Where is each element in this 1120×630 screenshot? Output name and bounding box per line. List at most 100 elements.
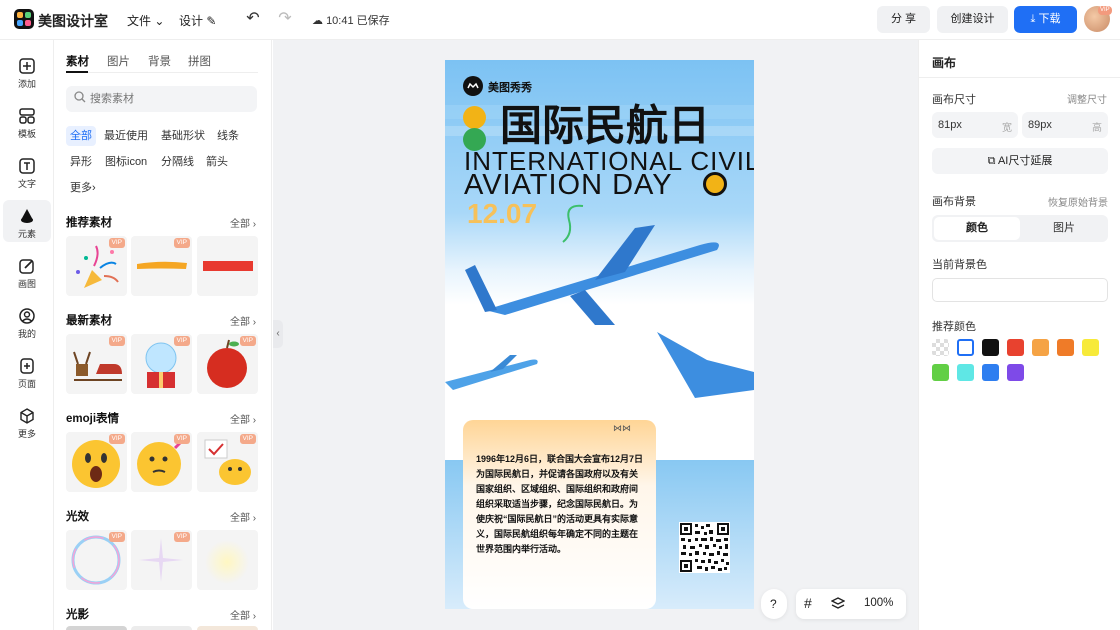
active-tab-indicator bbox=[66, 71, 88, 73]
asset-thumb-party-popper[interactable]: VIP bbox=[66, 236, 127, 296]
recommend-colors-label: 推荐颜色 bbox=[932, 321, 976, 333]
panel-tabs: 素材 图片 背景 拼图 bbox=[66, 53, 258, 73]
tab-collage[interactable]: 拼图 bbox=[188, 53, 211, 69]
help-button[interactable]: ? bbox=[761, 589, 787, 619]
rail-item-page[interactable]: 页面 bbox=[3, 350, 51, 392]
asset-thumb-emoji-chick[interactable]: VIP bbox=[197, 432, 258, 492]
section-all-label: 全部 bbox=[230, 219, 250, 230]
asset-thumb-sleigh[interactable]: VIP bbox=[66, 334, 127, 394]
poster-canvas[interactable]: 美图秀秀 国际民航日 INTERNATIONAL CIVIL AVIATION … bbox=[445, 60, 754, 609]
app-name[interactable]: 美图设计室 bbox=[38, 11, 108, 31]
color-swatch-light-orange[interactable] bbox=[1032, 339, 1049, 356]
section-title-recommended: 推荐素材 bbox=[66, 217, 112, 229]
poster-title-cn[interactable]: 国际民航日 bbox=[500, 102, 710, 150]
section-all-link[interactable]: 全部 › bbox=[230, 607, 256, 622]
color-swatch-cyan[interactable] bbox=[957, 364, 974, 381]
color-swatch-white[interactable] bbox=[957, 339, 974, 356]
color-swatch-green[interactable] bbox=[932, 364, 949, 381]
chevron-right-icon: › bbox=[252, 219, 257, 230]
rail-item-more[interactable]: 更多 bbox=[3, 400, 51, 442]
rail-item-template[interactable]: 模板 bbox=[3, 100, 51, 142]
color-swatch-orange[interactable] bbox=[1057, 339, 1074, 356]
tab-image[interactable]: 图片 bbox=[1022, 217, 1106, 240]
tab-materials[interactable]: 素材 bbox=[66, 53, 89, 69]
chip-icons[interactable]: 图标icon bbox=[101, 152, 151, 172]
current-bg-label: 当前背景色 bbox=[932, 259, 987, 271]
rail-item-elements[interactable]: 元素 bbox=[3, 200, 51, 242]
asset-thumb-glow[interactable] bbox=[197, 530, 258, 590]
section-title-light-effects: 光效 bbox=[66, 511, 89, 523]
chevron-down-icon: ⌄ bbox=[154, 14, 165, 28]
color-swatch-transparent[interactable] bbox=[932, 339, 949, 356]
share-button[interactable]: 分 享 bbox=[877, 6, 930, 33]
poster-date[interactable]: 12.07 bbox=[467, 198, 537, 230]
redo-icon[interactable]: ↷ bbox=[276, 10, 294, 28]
chip-more[interactable]: 更多› bbox=[66, 178, 100, 198]
tab-images[interactable]: 图片 bbox=[107, 53, 130, 69]
section-all-link[interactable]: 全部 › bbox=[230, 313, 256, 328]
color-swatch-red[interactable] bbox=[1007, 339, 1024, 356]
design-menu[interactable]: 设计 ✎ bbox=[179, 12, 216, 29]
chip-basic-shapes[interactable]: 基础形状 bbox=[157, 126, 209, 146]
asset-thumb-emoji-thinking[interactable]: VIP bbox=[131, 432, 192, 492]
color-swatch-purple[interactable] bbox=[1007, 364, 1024, 381]
restore-bg-link[interactable]: 恢复原始背景 bbox=[1048, 194, 1108, 209]
grid-icon[interactable]: # bbox=[804, 595, 812, 611]
create-design-button[interactable]: 创建设计 bbox=[937, 6, 1008, 33]
chip-lines[interactable]: 线条 bbox=[213, 126, 243, 146]
poster-title-en-2[interactable]: AVIATION DAY bbox=[464, 169, 673, 201]
asset-thumb-shadow-1[interactable] bbox=[66, 626, 127, 630]
collapse-panel-handle[interactable]: ‹ bbox=[273, 320, 283, 348]
chip-recent[interactable]: 最近使用 bbox=[100, 126, 152, 146]
asset-thumb-shadow-3[interactable] bbox=[197, 626, 258, 630]
asset-thumb-sparkle[interactable]: VIP bbox=[131, 530, 192, 590]
poster-body-text[interactable]: 1996年12月6日，联合国大会宣布12月7日为国际民航日，并促请各国政府以及有… bbox=[476, 452, 644, 557]
app-logo-icon[interactable] bbox=[14, 9, 34, 29]
chip-irregular[interactable]: 异形 bbox=[66, 152, 96, 172]
rail-item-add[interactable]: 添加 bbox=[3, 50, 51, 92]
download-button[interactable]: ⤓ 下载 bbox=[1014, 6, 1077, 33]
color-swatch-blue[interactable] bbox=[982, 364, 999, 381]
asset-thumb-shadow-2[interactable] bbox=[131, 626, 192, 630]
search-input[interactable] bbox=[90, 86, 250, 112]
rail-item-mine[interactable]: 我的 bbox=[3, 300, 51, 342]
asset-thumb-bubble[interactable]: VIP bbox=[66, 530, 127, 590]
canvas-size-label: 画布尺寸 bbox=[932, 94, 976, 106]
width-field[interactable]: 81px 宽 bbox=[932, 112, 1018, 138]
search-box[interactable] bbox=[66, 86, 257, 112]
undo-icon[interactable]: ↶ bbox=[244, 10, 262, 28]
asset-thumb-emoji-shocked[interactable]: VIP bbox=[66, 432, 127, 492]
rail-item-draw[interactable]: 画图 bbox=[3, 250, 51, 292]
chip-all[interactable]: 全部 bbox=[66, 126, 96, 146]
search-icon bbox=[73, 91, 87, 105]
rail-item-text[interactable]: 文字 bbox=[3, 150, 51, 192]
adjust-size-link[interactable]: 调整尺寸 bbox=[1067, 91, 1107, 106]
color-swatch-black[interactable] bbox=[982, 339, 999, 356]
current-bg-swatch[interactable] bbox=[932, 278, 1108, 302]
divider bbox=[919, 77, 1120, 78]
rail-label: 我的 bbox=[17, 329, 36, 339]
tab-color[interactable]: 颜色 bbox=[934, 217, 1020, 240]
chip-dividers[interactable]: 分隔线 bbox=[157, 152, 198, 172]
tab-background[interactable]: 背景 bbox=[148, 53, 171, 69]
height-field[interactable]: 89px 高 bbox=[1022, 112, 1108, 138]
vip-badge: VIP bbox=[108, 336, 125, 346]
user-icon bbox=[18, 307, 36, 325]
file-menu[interactable]: 文件 ⌄ bbox=[127, 12, 164, 29]
rail-label: 画图 bbox=[17, 279, 36, 289]
section-all-link[interactable]: 全部 › bbox=[230, 509, 256, 524]
vip-badge: VIP bbox=[239, 336, 256, 346]
poster-brand-text[interactable]: 美图秀秀 bbox=[488, 79, 532, 95]
layers-icon[interactable] bbox=[830, 596, 846, 613]
section-all-link[interactable]: 全部 › bbox=[230, 411, 256, 426]
zoom-level[interactable]: 100% bbox=[864, 597, 893, 609]
asset-thumb-red-bar[interactable] bbox=[197, 236, 258, 296]
chip-arrows[interactable]: 箭头 bbox=[202, 152, 232, 172]
asset-thumb-snow-globe[interactable]: VIP bbox=[131, 334, 192, 394]
ai-extend-button[interactable]: ⧉ AI尺寸延展 bbox=[932, 148, 1108, 174]
bow-decoration-icon: ⋈⋈ bbox=[613, 423, 631, 433]
section-all-link[interactable]: 全部 › bbox=[230, 215, 256, 230]
color-swatch-yellow[interactable] bbox=[1082, 339, 1099, 356]
asset-thumb-yellow-stroke[interactable]: VIP bbox=[131, 236, 192, 296]
asset-thumb-apple[interactable]: VIP bbox=[197, 334, 258, 394]
